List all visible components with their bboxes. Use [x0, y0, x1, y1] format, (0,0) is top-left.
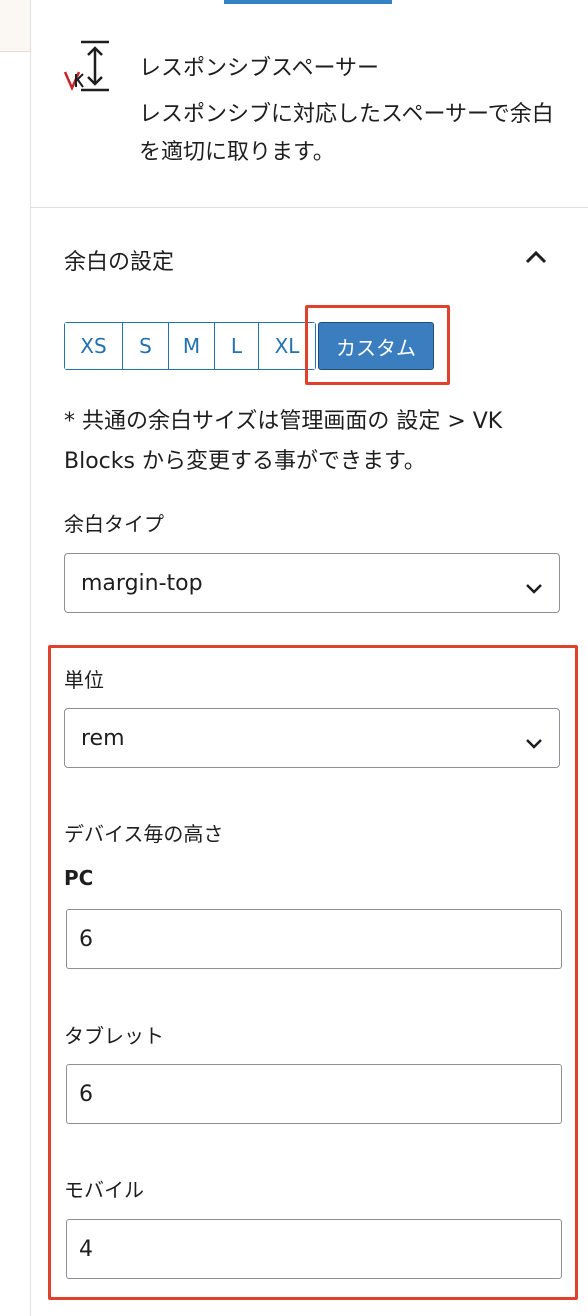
block-title: レスポンシブスペーサー — [139, 56, 380, 81]
editor-canvas-edge-top — [0, 0, 30, 52]
pc-height-input[interactable]: 6 — [66, 909, 562, 969]
panel-title[interactable]: 余白の設定 — [64, 244, 174, 276]
unit-value: rem — [81, 725, 125, 751]
size-button-group: XS S M L XL — [64, 322, 316, 370]
tablet-label: タブレット — [64, 1024, 164, 1048]
mobile-label: モバイル — [64, 1178, 144, 1202]
size-button-l[interactable]: L — [215, 323, 259, 369]
size-note: * 共通の余白サイズは管理画面の 設定 > VK Blocks から変更する事が… — [64, 409, 503, 474]
custom-button-highlight — [305, 305, 450, 385]
tablet-height-input[interactable]: 6 — [66, 1064, 562, 1124]
chevron-down-icon — [525, 731, 543, 749]
unit-select[interactable]: rem — [64, 708, 560, 768]
chevron-down-icon — [525, 576, 543, 594]
editor-canvas-edge — [0, 0, 30, 1316]
unit-label: 単位 — [64, 668, 104, 692]
device-heights-heading: デバイス毎の高さ — [64, 822, 224, 846]
block-card: レスポンシブスペーサー レスポンシブに対応したスペーサーで余白を適切に取ります。 — [31, 4, 588, 208]
margin-type-label: 余白タイプ — [64, 512, 164, 536]
size-button-m[interactable]: M — [169, 323, 215, 369]
margin-type-select[interactable]: margin-top — [64, 553, 560, 613]
pc-label: PC — [64, 866, 94, 890]
margin-type-value: margin-top — [81, 570, 203, 596]
size-button-xs[interactable]: XS — [65, 323, 123, 369]
block-description: レスポンシブに対応したスペーサーで余白を適切に取ります。 — [139, 102, 554, 165]
mobile-height-input[interactable]: 4 — [66, 1219, 562, 1279]
responsive-spacer-icon — [63, 38, 115, 96]
chevron-up-icon[interactable] — [522, 244, 550, 272]
size-button-s[interactable]: S — [123, 323, 169, 369]
